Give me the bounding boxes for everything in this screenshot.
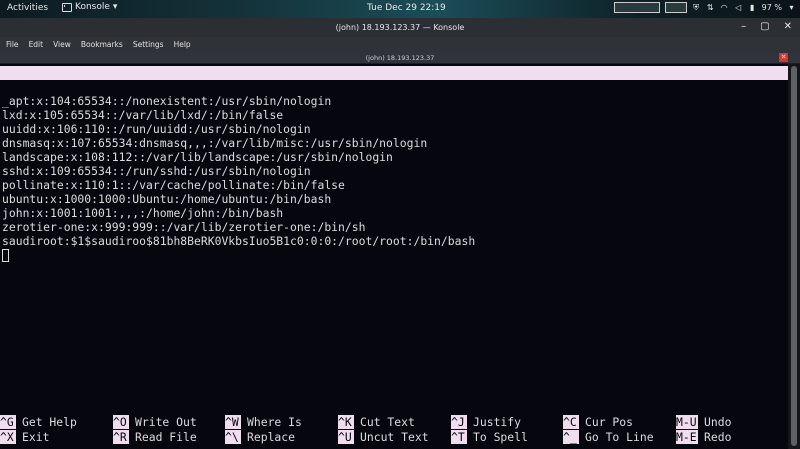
shortcut-label: Redo (704, 430, 732, 444)
menu-help[interactable]: Help (174, 40, 191, 49)
shield-icon[interactable]: ⛨ (692, 3, 701, 12)
shortcut-key: ^J (451, 415, 467, 429)
file-line[interactable]: lxd:x:105:65534::/var/lib/lxd/:/bin/fals… (2, 108, 475, 122)
shortcut-redo[interactable]: M-E Redo (676, 430, 731, 444)
activities-button[interactable]: Activities (7, 3, 48, 13)
shortcut-key: ^G (0, 415, 16, 429)
file-line[interactable]: ubuntu:x:1000:1000:Ubuntu:/home/ubuntu:/… (2, 192, 475, 206)
shortcut-replace[interactable]: ^\ Replace (225, 430, 295, 444)
shortcut-key: ^K (338, 415, 354, 429)
window-titlebar[interactable]: (john) 18.193.123.37 — Konsole – ▢ ✕ (0, 18, 800, 37)
shortcut-label: Undo (704, 415, 732, 429)
network-icon[interactable]: ⇅ (706, 3, 715, 12)
file-line[interactable]: john:x:1001:1001:,,,:/home/john:/bin/bas… (2, 206, 475, 220)
file-line[interactable]: sshd:x:109:65534::/run/sshd:/usr/sbin/no… (2, 164, 475, 178)
nano-shortcut-bar: ^G Get Help ^O Write Out ^W Where Is ^K Cut … (0, 415, 788, 445)
terminal-icon (62, 2, 72, 12)
shortcut-where-is[interactable]: ^W Where Is (225, 415, 302, 429)
shortcut-write-out[interactable]: ^O Write Out (113, 415, 197, 429)
shortcut-key: ^T (451, 430, 467, 444)
shortcut-key: ^U (338, 430, 354, 444)
shortcut-key: ^X (0, 430, 16, 444)
window-controls: – ▢ ✕ (741, 22, 792, 32)
shortcut-key: ^O (113, 415, 129, 429)
shortcut-key: M-U (676, 415, 698, 429)
shortcut-key: ^\ (225, 430, 241, 444)
shortcut-label: Justify (473, 415, 522, 429)
file-content[interactable]: _apt:x:104:65534::/nonexistent:/usr/sbin… (2, 94, 475, 262)
scrollbar-thumb[interactable] (791, 66, 797, 446)
shortcut-undo[interactable]: M-U Undo (676, 415, 731, 429)
shortcut-read-file[interactable]: ^R Read File (113, 430, 197, 444)
volume-icon[interactable]: ◁ (734, 3, 743, 12)
shortcut-label: Read File (135, 430, 197, 444)
text-cursor (2, 249, 9, 262)
shortcut-key: ^R (113, 430, 129, 444)
app-menu[interactable]: Konsole ▾ (62, 2, 117, 12)
close-icon[interactable]: ✕ (784, 22, 792, 32)
chevron-down-icon: ▾ (112, 2, 118, 12)
shortcut-label: Replace (247, 430, 296, 444)
file-line[interactable]: zerotier-one:x:999:999::/var/lib/zerotie… (2, 220, 475, 234)
shortcut-label: Go To Line (585, 430, 654, 444)
file-line[interactable]: saudiroot:$1$saudiroo$81bh8BeRK0VkbsIuo5… (2, 234, 475, 248)
menu-settings[interactable]: Settings (133, 40, 164, 49)
menu-bookmarks[interactable]: Bookmarks (81, 40, 123, 49)
battery-percentage: 97 % (761, 3, 782, 12)
shortcut-label: Cut Text (360, 415, 415, 429)
shortcut-cur-pos[interactable]: ^C Cur Pos (563, 415, 633, 429)
shortcut-key: ^W (225, 415, 241, 429)
app-menu-label: Konsole (75, 2, 110, 12)
keyboard-layout-indicator[interactable] (613, 2, 660, 13)
file-line[interactable]: pollinate:x:110:1::/var/cache/pollinate:… (2, 178, 475, 192)
file-line[interactable]: uuidd:x:106:110::/run/uuidd:/usr/sbin/no… (2, 122, 475, 136)
maximize-icon[interactable]: ▢ (760, 22, 769, 32)
file-line[interactable]: dnsmasq:x:107:65534:dnsmasq,,,:/var/lib/… (2, 136, 475, 150)
system-tray[interactable]: ⛨ ⇅ ◠ ◁ ▮ 97 % ▾ (613, 2, 796, 13)
file-line[interactable]: landscape:x:108:112::/var/lib/landscape:… (2, 150, 475, 164)
chevron-down-icon[interactable]: ▾ (787, 3, 796, 12)
shortcut-label: Uncut Text (360, 430, 429, 444)
shortcut-uncut-text[interactable]: ^U Uncut Text (338, 430, 429, 444)
shortcut-key: M-E (676, 430, 698, 444)
shortcut-label: Where Is (247, 415, 302, 429)
clock[interactable]: Tue Dec 29 22:19 (367, 3, 446, 13)
shortcut-exit[interactable]: ^X Exit (0, 430, 49, 444)
window-title: (john) 18.193.123.37 — Konsole (335, 23, 465, 32)
nano-version: GNU nano 2.9.3 (14, 80, 111, 94)
shortcut-cut-text[interactable]: ^K Cut Text (338, 415, 415, 429)
workspace-indicator[interactable] (664, 2, 687, 13)
shortcut-key: ^_ (563, 430, 579, 444)
shortcut-get-help[interactable]: ^G Get Help (0, 415, 77, 429)
close-tab-icon[interactable]: ✕ (779, 53, 788, 62)
menu-file[interactable]: File (6, 40, 19, 49)
menu-bar: File Edit View Bookmarks Settings Help (0, 37, 800, 52)
top-bar: Activities Konsole ▾ Tue Dec 29 22:19 ⛨ … (0, 0, 800, 18)
terminal-view[interactable]: GNU nano 2.9.3 /etc/passwd _apt:x:104:65… (0, 64, 788, 449)
terminal-scrollbar[interactable] (788, 64, 800, 449)
nano-title-bar: GNU nano 2.9.3 /etc/passwd (0, 66, 788, 108)
shortcut-label: Write Out (135, 415, 197, 429)
shortcut-to-spell[interactable]: ^T To Spell (451, 430, 528, 444)
tab-title[interactable]: (john) 18.193.123.37 (0, 54, 800, 62)
shortcut-label: Cur Pos (585, 415, 634, 429)
menu-edit[interactable]: Edit (29, 40, 44, 49)
shortcut-go-to-line[interactable]: ^_ Go To Line (563, 430, 654, 444)
shortcut-label: Get Help (22, 415, 77, 429)
menu-view[interactable]: View (53, 40, 71, 49)
shortcut-label: Exit (22, 430, 50, 444)
shortcut-label: To Spell (473, 430, 528, 444)
file-line[interactable]: _apt:x:104:65534::/nonexistent:/usr/sbin… (2, 94, 475, 108)
battery-icon[interactable]: ▮ (748, 3, 757, 12)
wifi-icon[interactable]: ◠ (720, 3, 729, 12)
shortcut-key: ^C (563, 415, 579, 429)
tab-bar: (john) 18.193.123.37 ✕ (0, 52, 800, 64)
minimize-icon[interactable]: – (741, 22, 746, 32)
shortcut-justify[interactable]: ^J Justify (451, 415, 521, 429)
